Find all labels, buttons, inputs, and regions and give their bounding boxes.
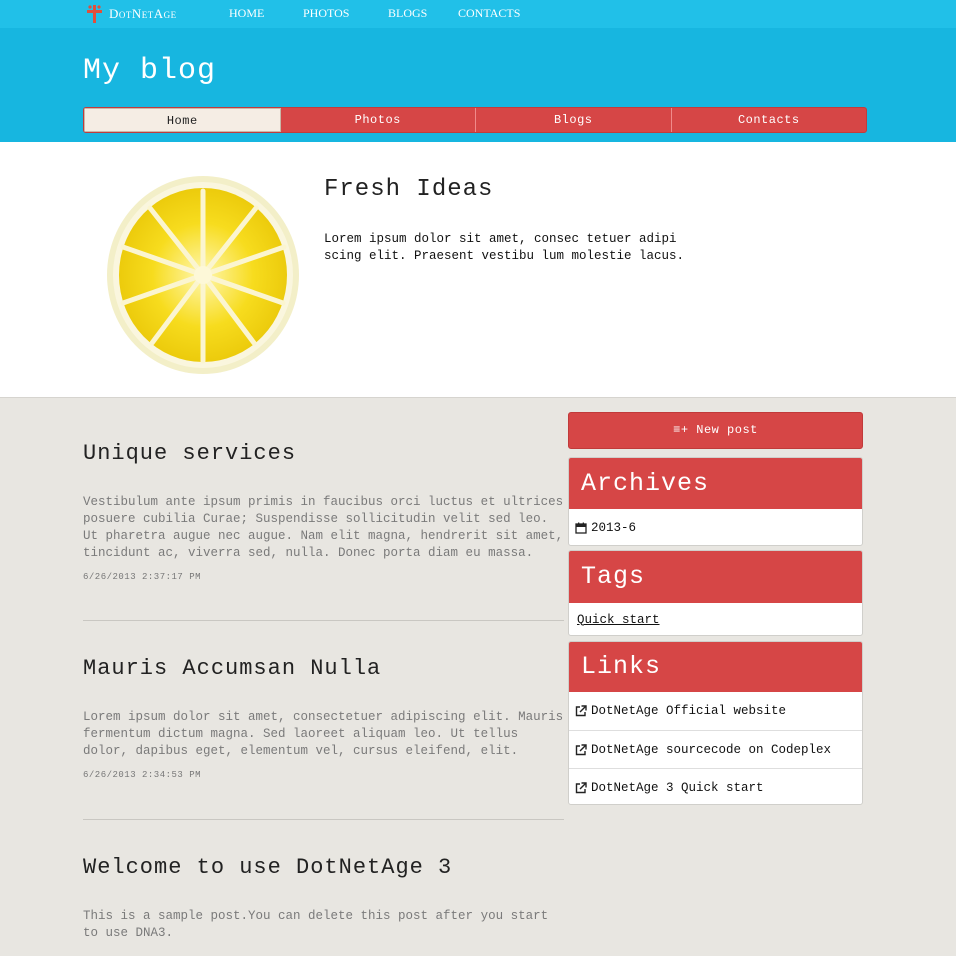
tags-title: Tags bbox=[569, 551, 862, 603]
calendar-icon bbox=[575, 522, 587, 534]
archives-widget: Archives 2013-6 bbox=[568, 457, 863, 546]
tab-blogs[interactable]: Blogs bbox=[476, 108, 672, 132]
top-nav-contacts[interactable]: CONTACTS bbox=[458, 6, 520, 21]
external-link-icon bbox=[575, 705, 587, 717]
tags-widget: Tags Quick start bbox=[568, 550, 863, 636]
site-logo[interactable]: DotNetAge bbox=[86, 4, 177, 24]
top-bar: DotNetAge HOME PHOTOS BLOGS CONTACTS bbox=[0, 0, 956, 28]
links-title: Links bbox=[569, 642, 862, 692]
tab-contacts[interactable]: Contacts bbox=[672, 108, 867, 132]
post-date: 6/26/2013 2:37:17 PM bbox=[83, 572, 202, 582]
new-post-button[interactable]: ≡+ New post bbox=[568, 412, 863, 449]
post-item: Mauris Accumsan Nulla Lorem ipsum dolor … bbox=[83, 656, 564, 780]
post-body: Vestibulum ante ipsum primis in faucibus… bbox=[83, 495, 564, 560]
archive-item-label: 2013-6 bbox=[591, 521, 637, 535]
main-nav: Home Photos Blogs Contacts bbox=[83, 107, 867, 133]
hero-text: Lorem ipsum dolor sit amet, consec tetue… bbox=[324, 232, 685, 263]
link-item[interactable]: DotNetAge Official website bbox=[569, 692, 862, 730]
post-divider bbox=[83, 819, 564, 820]
post-date: 6/26/2013 2:34:53 PM bbox=[83, 770, 202, 780]
tab-home[interactable]: Home bbox=[84, 108, 281, 132]
post-title[interactable]: Mauris Accumsan Nulla bbox=[83, 656, 564, 681]
post-title[interactable]: Unique services bbox=[83, 441, 564, 466]
hero-section: Fresh Ideas Lorem ipsum dolor sit amet, … bbox=[0, 142, 956, 398]
hero-title: Fresh Ideas bbox=[324, 176, 494, 203]
links-widget: Links DotNetAge Official website DotNetA… bbox=[568, 641, 863, 805]
link-item[interactable]: DotNetAge 3 Quick start bbox=[569, 768, 862, 804]
top-nav-photos[interactable]: PHOTOS bbox=[303, 6, 349, 21]
top-nav-home[interactable]: HOME bbox=[229, 6, 264, 21]
tag-item: Quick start bbox=[569, 603, 862, 635]
logo-text: DotNetAge bbox=[109, 6, 177, 21]
link-item-label: DotNetAge 3 Quick start bbox=[591, 780, 764, 795]
tag-link[interactable]: Quick start bbox=[577, 613, 660, 627]
link-item[interactable]: DotNetAge sourcecode on Codeplex bbox=[569, 730, 862, 768]
link-item-label: DotNetAge Official website bbox=[591, 704, 787, 718]
post-body: Lorem ipsum dolor sit amet, consectetuer… bbox=[83, 710, 564, 758]
post-body: This is a sample post.You can delete thi… bbox=[83, 909, 549, 940]
post-title[interactable]: Welcome to use DotNetAge 3 bbox=[83, 855, 564, 880]
site-header: My blog Home Photos Blogs Contacts bbox=[0, 28, 956, 142]
post-divider bbox=[83, 620, 564, 621]
archive-item[interactable]: 2013-6 bbox=[569, 509, 862, 545]
dotnetage-logo-icon bbox=[86, 4, 103, 24]
site-title: My blog bbox=[83, 54, 217, 88]
post-item: Welcome to use DotNetAge 3 This is a sam… bbox=[83, 855, 564, 942]
external-link-icon bbox=[575, 781, 587, 794]
post-item: Unique services Vestibulum ante ipsum pr… bbox=[83, 441, 564, 582]
top-nav-blogs[interactable]: BLOGS bbox=[388, 6, 427, 21]
lemon-slice-image bbox=[106, 175, 300, 375]
link-item-label: DotNetAge sourcecode on Codeplex bbox=[591, 742, 832, 757]
external-link-icon bbox=[575, 743, 587, 756]
archives-title: Archives bbox=[569, 458, 862, 509]
tab-photos[interactable]: Photos bbox=[281, 108, 476, 132]
